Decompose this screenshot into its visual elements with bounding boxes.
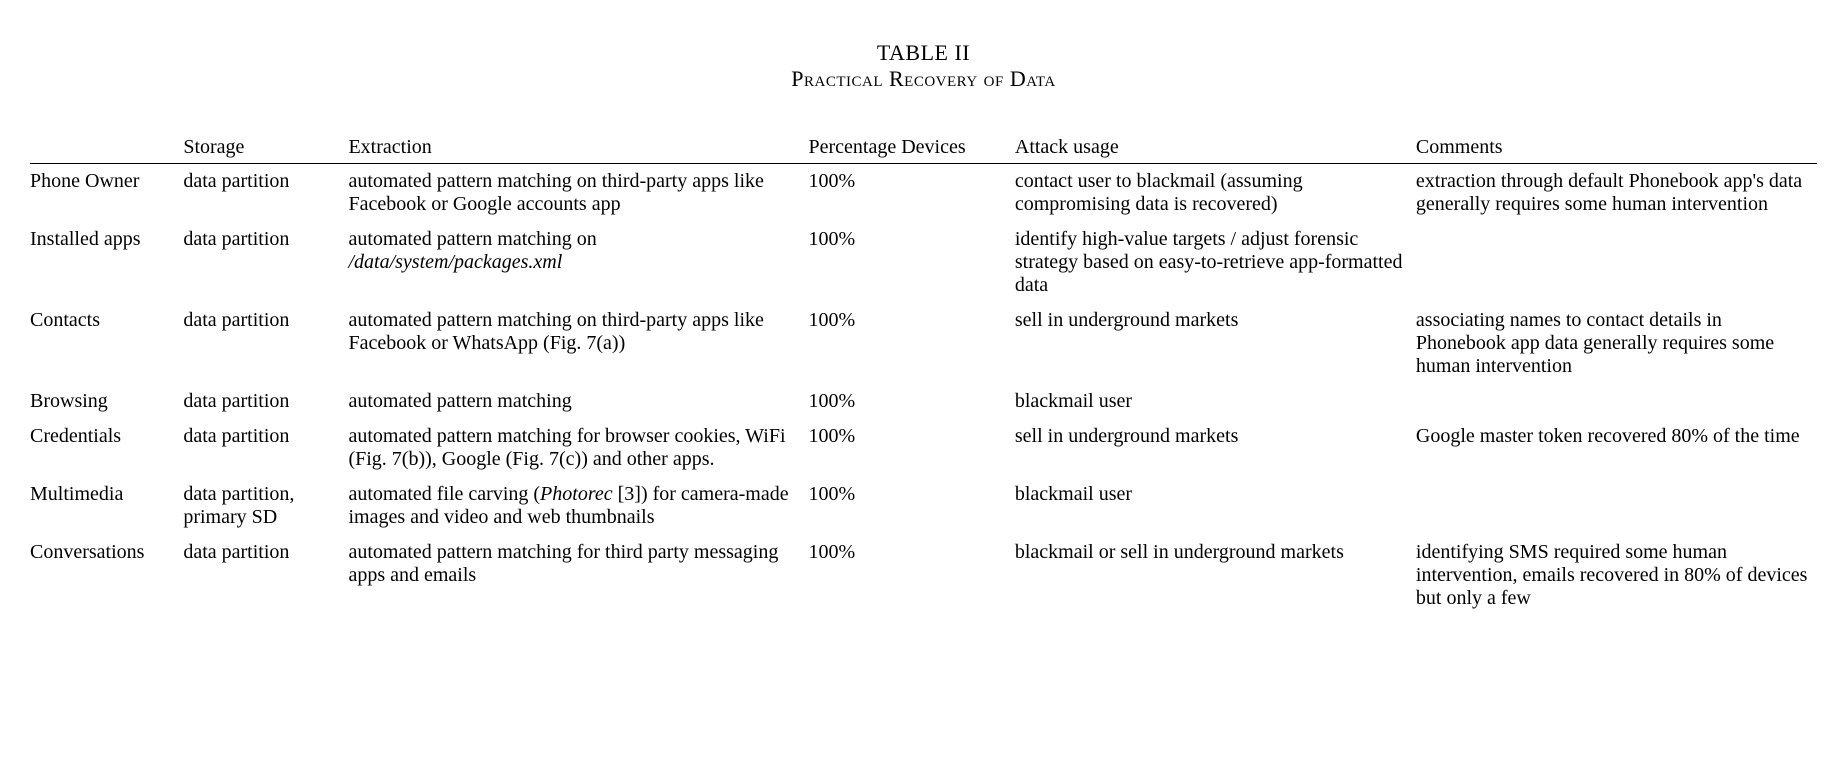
col-header-comments: Comments — [1416, 132, 1817, 164]
col-header-storage: Storage — [183, 132, 348, 164]
cell-storage: data partition — [183, 384, 348, 419]
col-header-extraction: Extraction — [348, 132, 808, 164]
cell-comments — [1416, 384, 1817, 419]
table-row: Contacts data partition automated patter… — [30, 303, 1817, 384]
cell-percentage: 100% — [808, 222, 1014, 303]
cell-comments: associating names to contact details in … — [1416, 303, 1817, 384]
cell-storage: data partition, primary SD — [183, 477, 348, 535]
cell-storage: data partition — [183, 164, 348, 223]
cell-attack: blackmail user — [1015, 384, 1416, 419]
cell-name: Conversations — [30, 535, 183, 616]
cell-extraction: automated pattern matching for third par… — [348, 535, 808, 616]
cell-storage: data partition — [183, 419, 348, 477]
cell-attack: contact user to blackmail (assuming comp… — [1015, 164, 1416, 223]
cell-percentage: 100% — [808, 164, 1014, 223]
col-header-percentage: Percentage Devices — [808, 132, 1014, 164]
cell-name: Installed apps — [30, 222, 183, 303]
cell-percentage: 100% — [808, 535, 1014, 616]
cell-attack: sell in underground markets — [1015, 419, 1416, 477]
cell-extraction: automated pattern matching on third-part… — [348, 164, 808, 223]
cell-comments: identifying SMS required some human inte… — [1416, 535, 1817, 616]
cell-comments: Google master token recovered 80% of the… — [1416, 419, 1817, 477]
cell-name: Contacts — [30, 303, 183, 384]
cell-comments: extraction through default Phonebook app… — [1416, 164, 1817, 223]
recovery-data-table: Storage Extraction Percentage Devices At… — [30, 132, 1817, 616]
cell-storage: data partition — [183, 535, 348, 616]
cell-name: Browsing — [30, 384, 183, 419]
cell-percentage: 100% — [808, 419, 1014, 477]
col-header-attack: Attack usage — [1015, 132, 1416, 164]
cell-percentage: 100% — [808, 384, 1014, 419]
table-header-row: Storage Extraction Percentage Devices At… — [30, 132, 1817, 164]
cell-extraction: automated pattern matching — [348, 384, 808, 419]
cell-extraction: automated pattern matching on /data/syst… — [348, 222, 808, 303]
cell-name: Multimedia — [30, 477, 183, 535]
cell-percentage: 100% — [808, 477, 1014, 535]
cell-storage: data partition — [183, 303, 348, 384]
cell-attack: blackmail user — [1015, 477, 1416, 535]
col-header-blank — [30, 132, 183, 164]
table-row: Installed apps data partition automated … — [30, 222, 1817, 303]
cell-comments — [1416, 477, 1817, 535]
cell-name: Credentials — [30, 419, 183, 477]
cell-extraction: automated pattern matching on third-part… — [348, 303, 808, 384]
table-row: Conversations data partition automated p… — [30, 535, 1817, 616]
table-row: Credentials data partition automated pat… — [30, 419, 1817, 477]
cell-comments — [1416, 222, 1817, 303]
table-row: Multimedia data partition, primary SD au… — [30, 477, 1817, 535]
cell-attack: identify high-value targets / adjust for… — [1015, 222, 1416, 303]
table-number: TABLE II — [30, 40, 1817, 66]
table-caption: Practical Recovery of Data — [30, 66, 1817, 92]
table-row: Browsing data partition automated patter… — [30, 384, 1817, 419]
cell-name: Phone Owner — [30, 164, 183, 223]
table-title-block: TABLE II Practical Recovery of Data — [30, 40, 1817, 92]
cell-attack: blackmail or sell in underground markets — [1015, 535, 1416, 616]
cell-extraction: automated pattern matching for browser c… — [348, 419, 808, 477]
cell-extraction: automated file carving (Photorec [3]) fo… — [348, 477, 808, 535]
cell-percentage: 100% — [808, 303, 1014, 384]
cell-attack: sell in underground markets — [1015, 303, 1416, 384]
cell-storage: data partition — [183, 222, 348, 303]
table-row: Phone Owner data partition automated pat… — [30, 164, 1817, 223]
